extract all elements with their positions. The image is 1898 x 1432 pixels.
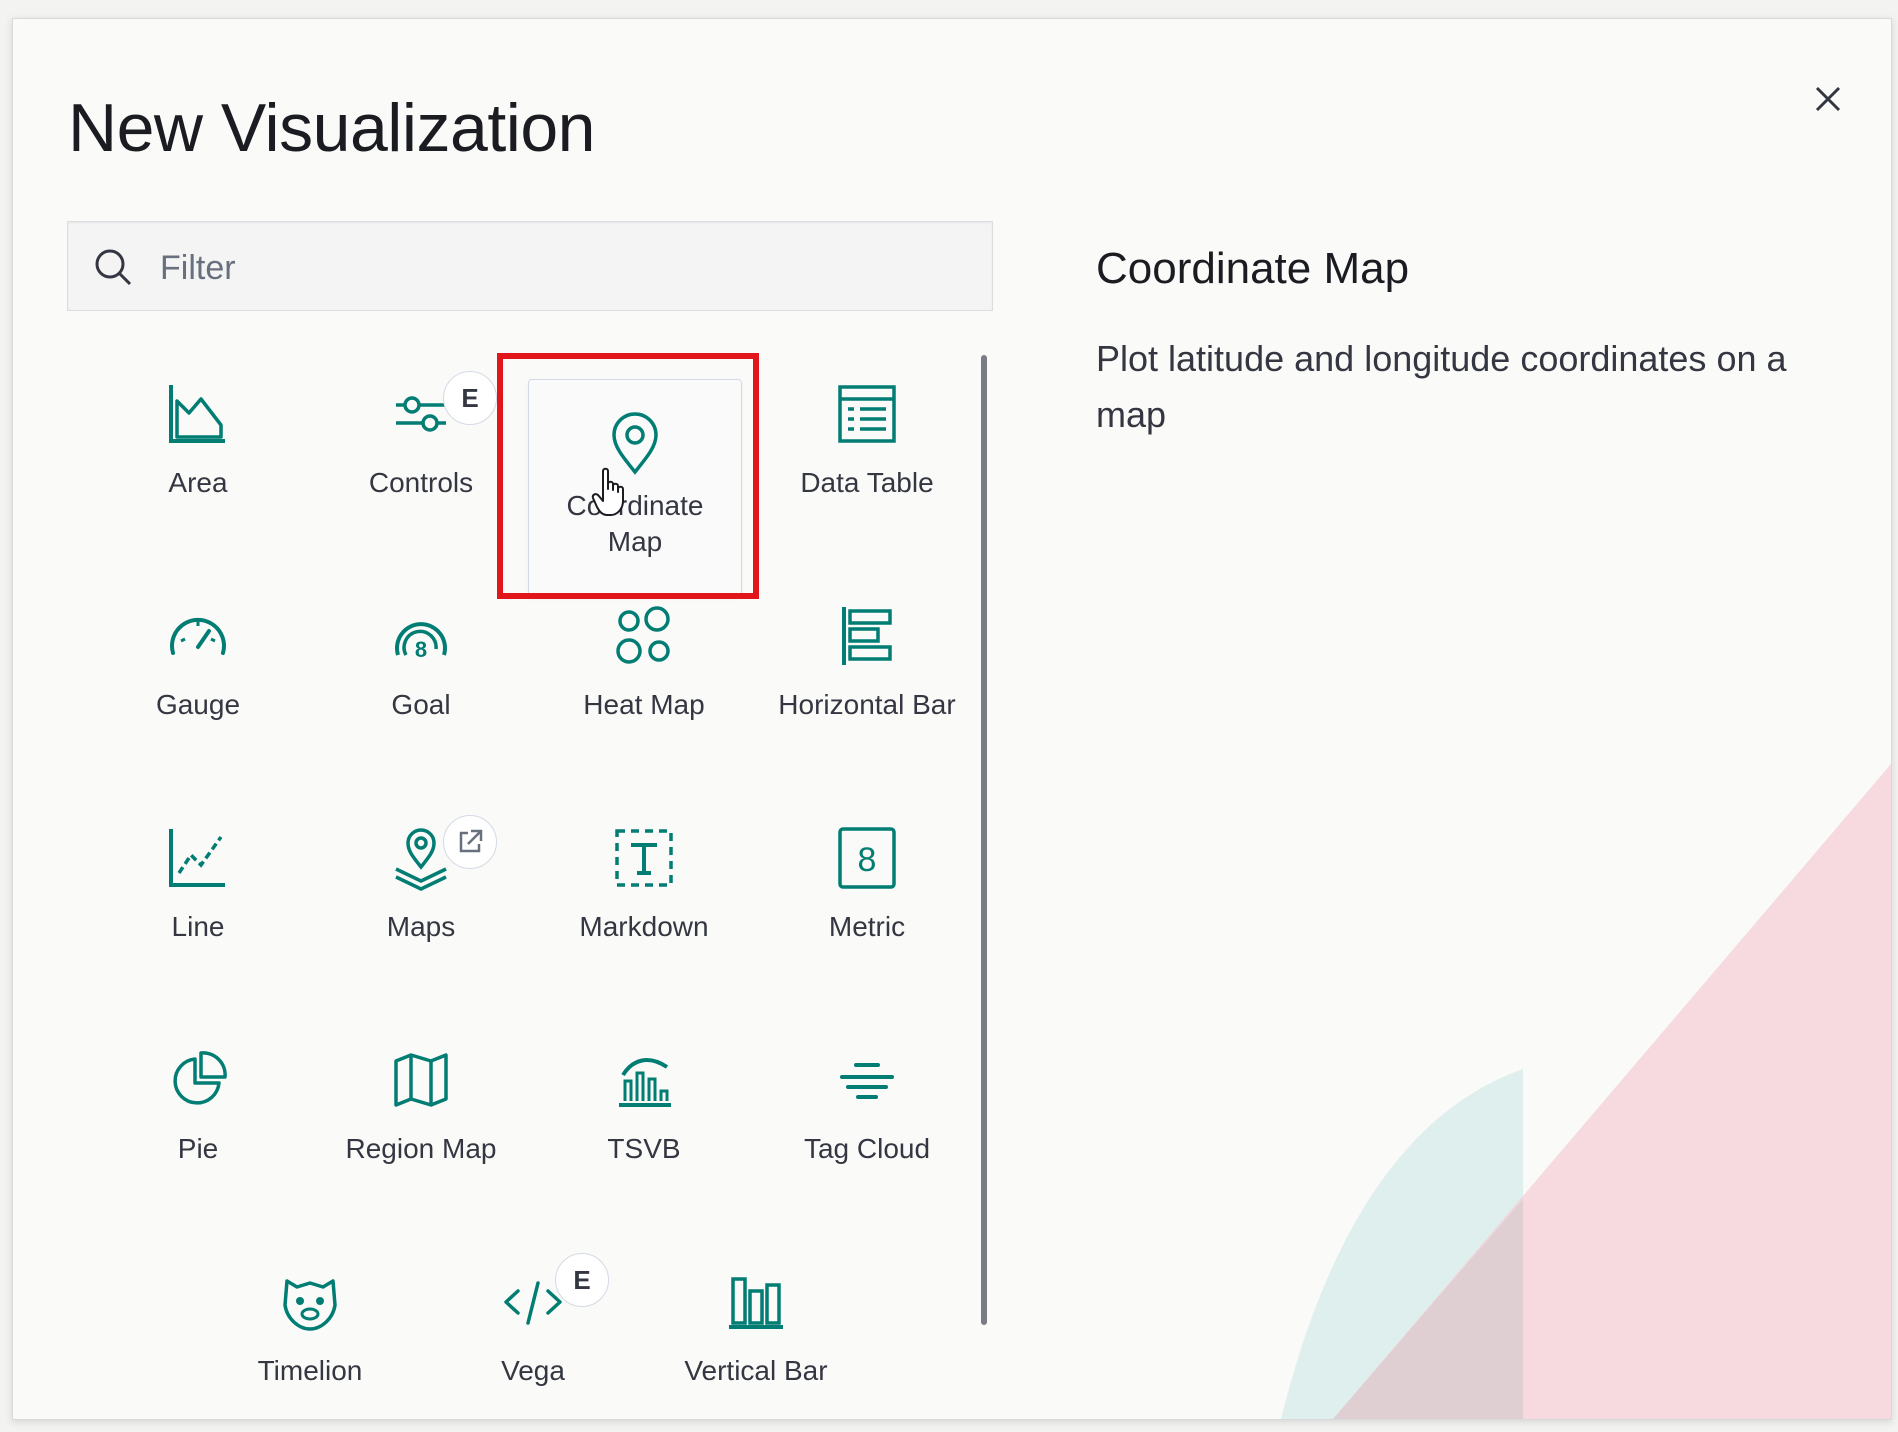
line-chart-icon (169, 829, 225, 887)
horizontal-bar-icon (842, 607, 892, 665)
viz-card-tag-cloud[interactable]: Tag Cloud (762, 1015, 972, 1225)
viz-card-markdown[interactable]: Markdown (539, 793, 749, 1003)
description-title: Coordinate Map (1096, 244, 1410, 293)
viz-card-area[interactable]: Area (93, 349, 303, 559)
pie-chart-icon (173, 1051, 227, 1105)
table-icon (838, 385, 896, 443)
close-icon (1815, 86, 1841, 112)
svg-text:8: 8 (415, 637, 427, 662)
viz-card-label: Controls (368, 467, 474, 498)
viz-card-pie[interactable]: Pie (93, 1015, 303, 1225)
viz-card-coordinate-map[interactable]: Coordinate Map (528, 379, 742, 597)
viz-card-label: Vega (501, 1355, 565, 1386)
viz-card-label: Tag Cloud (803, 1133, 931, 1164)
viz-card-horizontal-bar[interactable]: Horizontal Bar (762, 571, 972, 781)
experimental-badge: E (443, 371, 497, 425)
visualization-grid: Area Controls E Coordinate Map Data Tabl (73, 349, 973, 1419)
metric-icon: 8 (838, 827, 896, 889)
viz-card-label: Gauge (155, 689, 241, 720)
viz-card-label: Line (171, 911, 225, 942)
viz-card-timelion[interactable]: Timelion (205, 1237, 415, 1419)
viz-card-label: Area (168, 467, 228, 498)
viz-card-goal[interactable]: 8 Goal (316, 571, 526, 781)
external-link-icon (459, 829, 483, 853)
timelion-icon (283, 1279, 337, 1331)
goal-icon: 8 (395, 622, 447, 662)
viz-card-maps[interactable]: Maps (316, 793, 526, 1003)
viz-card-label: Vertical Bar (684, 1355, 828, 1386)
viz-card-label: Horizontal Bar (778, 689, 956, 720)
gauge-icon (170, 617, 226, 655)
viz-card-line[interactable]: Line (93, 793, 303, 1003)
tsvb-icon (619, 1058, 671, 1107)
viz-card-label: Goal (391, 689, 451, 720)
viz-card-controls[interactable]: Controls (316, 349, 526, 559)
vertical-bar-icon (729, 1277, 783, 1329)
viz-card-label: Region Map (345, 1133, 497, 1164)
grid-scrollbar[interactable] (981, 355, 987, 1325)
viz-card-heat-map[interactable]: Heat Map (539, 571, 749, 781)
hand-cursor-icon (591, 467, 624, 516)
viz-card-label: TSVB (607, 1133, 681, 1164)
viz-card-label: Heat Map (583, 689, 705, 720)
filter-search-box (67, 221, 993, 311)
viz-card-label: Metric (828, 911, 906, 942)
viz-card-label: Timelion (257, 1355, 363, 1386)
region-map-icon (394, 1053, 448, 1107)
viz-card-vega[interactable]: Vega (428, 1237, 638, 1419)
viz-card-label: Coordinate Map (566, 490, 704, 557)
search-icon (95, 249, 132, 286)
viz-card-data-table[interactable]: Data Table (762, 349, 972, 559)
close-button[interactable] (1803, 74, 1853, 124)
new-visualization-modal: New Visualization Area Control (12, 18, 1892, 1420)
heatmap-icon (616, 606, 670, 664)
viz-card-gauge[interactable]: Gauge (93, 571, 303, 781)
experimental-badge: E (555, 1253, 609, 1307)
viz-card-label: Markdown (579, 911, 709, 942)
viz-card-label: Pie (177, 1133, 219, 1164)
description-text: Plot latitude and longitude coordinates … (1096, 338, 1787, 435)
modal-title: New Visualization (68, 90, 595, 166)
viz-card-tsvb[interactable]: TSVB (539, 1015, 749, 1225)
filter-input[interactable] (158, 240, 962, 296)
markdown-icon (615, 829, 673, 887)
viz-card-metric[interactable]: 8 Metric (762, 793, 972, 1003)
viz-card-region-map[interactable]: Region Map (316, 1015, 526, 1225)
external-link-badge (443, 815, 497, 869)
svg-text:8: 8 (858, 841, 877, 879)
area-chart-icon (169, 385, 225, 443)
viz-card-label: Data Table (800, 467, 934, 498)
viz-card-vertical-bar[interactable]: Vertical Bar (651, 1237, 861, 1419)
viz-card-label: Maps (386, 911, 456, 942)
tag-cloud-icon (840, 1063, 894, 1099)
